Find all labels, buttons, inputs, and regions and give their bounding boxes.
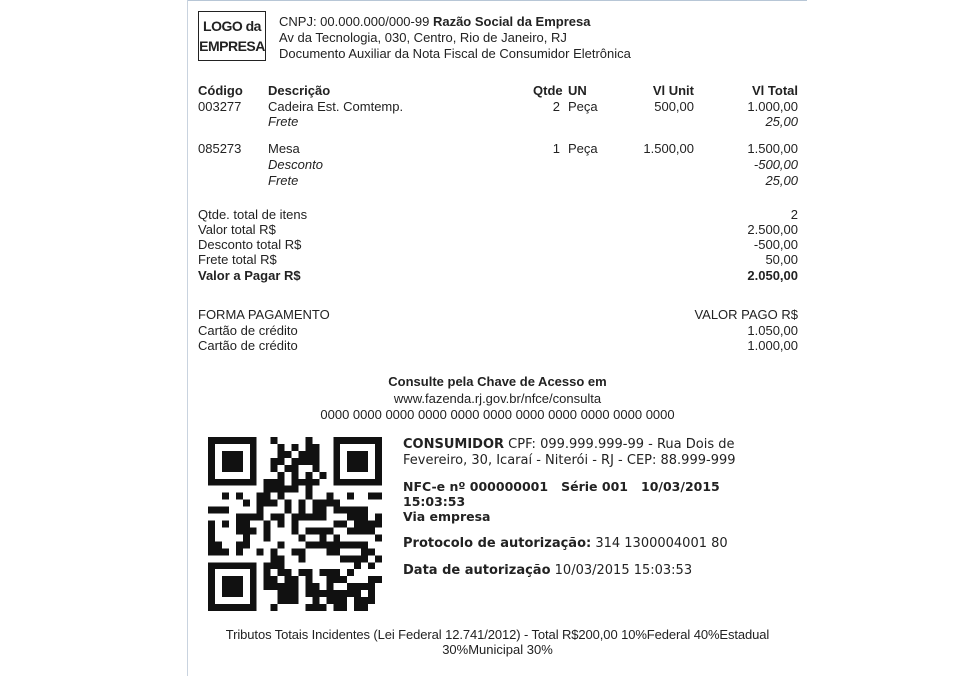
- payment-header-value: VALOR PAGO R$: [694, 307, 798, 322]
- item-vl-unit: 500,00: [654, 99, 694, 114]
- company-logo: LOGO da EMPRESA: [198, 11, 266, 61]
- item-vl-total: 1.000,00: [747, 99, 798, 114]
- access-key: 0000 0000 0000 0000 0000 0000 0000 0000 …: [320, 407, 675, 422]
- total-label: Qtde. total de itens: [198, 207, 308, 222]
- col-header-un: UN: [568, 83, 587, 98]
- total-value: -500,00: [753, 237, 798, 252]
- authorization-date-value: 10/03/2015 15:03:53: [554, 563, 693, 578]
- col-header-vl-unit: Vl Unit: [652, 83, 694, 98]
- tributos-line-2: 30%Municipal 30%: [442, 642, 553, 657]
- consumer-line-2: Fevereiro, 30, Icaraí - Niterói - RJ - C…: [403, 453, 736, 468]
- col-header-descricao: Descrição: [268, 83, 331, 98]
- item-extra-value: -500,00: [753, 157, 798, 172]
- total-label: Frete total R$: [198, 252, 277, 267]
- company-address: Av da Tecnologia, 030, Centro, Rio de Ja…: [279, 30, 567, 45]
- total-label: Desconto total R$: [198, 237, 302, 252]
- document-title: Documento Auxiliar da Nota Fiscal de Con…: [279, 46, 631, 61]
- tributos-line-1: Tributos Totais Incidentes (Lei Federal …: [225, 627, 770, 642]
- total-value: 2.500,00: [747, 222, 798, 237]
- item-qtde: 1: [552, 141, 560, 156]
- qr-code-icon: [208, 437, 382, 611]
- col-header-vl-total: Vl Total: [752, 83, 798, 98]
- protocol-value: 314 1300004001 80: [595, 536, 728, 551]
- total-label: Valor total R$: [198, 222, 276, 237]
- consumer-label: CONSUMIDOR: [403, 437, 505, 452]
- item-codigo: 003277: [198, 99, 242, 114]
- consumer-info: CPF: 099.999.999-99 - Rua Dois de: [508, 437, 735, 452]
- cnpj: CNPJ: 00.000.000/000-99: [279, 14, 430, 29]
- item-extra-label: Desconto: [268, 157, 323, 172]
- nfce-time: 15:03:53: [403, 494, 466, 509]
- item-codigo: 085273: [198, 141, 242, 156]
- col-header-qtde: Qtde: [533, 83, 563, 98]
- total-to-pay-value: 2.050,00: [747, 268, 798, 283]
- consulta-title: Consulte pela Chave de Acesso em: [388, 374, 607, 389]
- item-extra-label: Frete: [268, 114, 299, 129]
- consumer-line-1: CONSUMIDOR CPF: 099.999.999-99 - Rua Doi…: [403, 437, 734, 452]
- item-un: Peça: [568, 99, 598, 114]
- item-vl-total: 1.500,00: [747, 141, 798, 156]
- authorization-date-label: Data de autorização: [403, 563, 551, 578]
- razao-social: Razão Social da Empresa: [432, 14, 591, 29]
- nfce-number: NFC-e nº 000000001 Série 001 10/03/2015: [403, 479, 720, 494]
- item-extra-value: 25,00: [765, 114, 798, 129]
- nfce-receipt: LOGO da EMPRESA CNPJ: 00.000.000/000-99 …: [187, 0, 807, 676]
- payment-value: 1.000,00: [747, 338, 798, 353]
- col-header-codigo: Código: [198, 83, 243, 98]
- protocol-label: Protocolo de autorização:: [403, 536, 592, 551]
- item-vl-unit: 1.500,00: [643, 141, 694, 156]
- item-extra-value: 25,00: [765, 173, 798, 188]
- item-qtde: 2: [552, 99, 560, 114]
- protocol-line: Protocolo de autorização: 314 1300004001…: [403, 536, 728, 551]
- logo-line-1: LOGO da: [203, 18, 261, 34]
- payment-header-method: FORMA PAGAMENTO: [198, 307, 330, 322]
- authorization-date-line: Data de autorização 10/03/2015 15:03:53: [403, 563, 692, 578]
- logo-line-2: EMPRESA: [199, 38, 265, 54]
- item-descricao: Cadeira Est. Comtemp.: [268, 99, 404, 114]
- item-descricao: Mesa: [268, 141, 300, 156]
- consulta-url[interactable]: www.fazenda.rj.gov.br/nfce/consulta: [188, 391, 807, 406]
- total-to-pay-label: Valor a Pagar R$: [198, 268, 301, 283]
- via-label: Via empresa: [403, 509, 491, 524]
- item-extra-label: Frete: [268, 173, 299, 188]
- payment-value: 1.050,00: [747, 323, 798, 338]
- company-cnpj-line: CNPJ: 00.000.000/000-99 Razão Social da …: [279, 14, 590, 29]
- item-un: Peça: [568, 141, 598, 156]
- payment-method: Cartão de crédito: [198, 323, 298, 338]
- payment-method: Cartão de crédito: [198, 338, 298, 353]
- total-value: 50,00: [765, 252, 798, 267]
- top-divider: [188, 0, 807, 1]
- total-value: 2: [790, 207, 798, 222]
